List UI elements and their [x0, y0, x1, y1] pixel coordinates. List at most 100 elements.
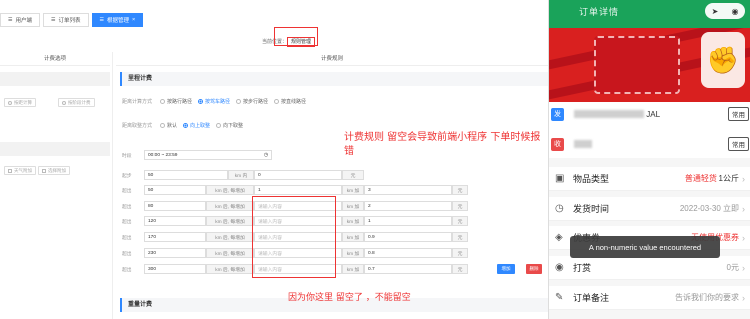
sender-address: JAL: [574, 110, 728, 119]
tab-label: 根据管理: [106, 18, 129, 24]
checkbox-icon: [42, 168, 46, 173]
location-icon[interactable]: ➤: [712, 7, 719, 16]
tier-price-input[interactable]: 1: [364, 216, 452, 226]
note-icon: ✎: [555, 292, 564, 303]
tier-km-input[interactable]: 120: [144, 216, 206, 226]
fist-icon: ✊: [701, 32, 745, 88]
option-label: 选择附加: [48, 167, 66, 173]
tab-bar: ☰ 用户端 ☰ 订单列表 ☰ 根据管理 ×: [0, 13, 144, 27]
coin-icon: ◉: [555, 262, 564, 273]
rounding-method-row: 距离取整方式 默认 向上取整 向下取整: [122, 122, 243, 129]
radio-icon: [274, 99, 280, 104]
receiver-row[interactable]: 收 常用: [551, 134, 749, 154]
billing-options-header: 计费选项: [0, 52, 110, 66]
redacted-text: [574, 140, 592, 149]
tab-label: 用户端: [15, 18, 32, 24]
rounding-method-label: 距离取整方式: [122, 123, 153, 129]
field-order-note[interactable]: ✎ 订单备注 告诉我们你的要求 ›: [549, 286, 750, 310]
radio-route[interactable]: 按路行路径: [160, 98, 192, 105]
chevron-right-icon: ›: [742, 203, 745, 214]
row-label: 起步: [122, 173, 132, 179]
tab-order-list[interactable]: ☰ 订单列表: [43, 13, 89, 27]
tier-price-input[interactable]: 3: [364, 185, 452, 195]
radio-round-down[interactable]: 向下取整: [216, 122, 243, 129]
admin-panel: ☰ 用户端 ☰ 订单列表 ☰ 根据管理 × 当前位置： 规则管理 计费选项 计费规则 按距…: [0, 0, 548, 319]
tier-km-input[interactable]: 50: [144, 185, 206, 195]
tier-row: 超出 50 km 后, 每增加 1 km 加3元: [122, 185, 468, 195]
close-icon[interactable]: ×: [132, 17, 135, 23]
capsule-menu[interactable]: ➤ ◉: [705, 3, 745, 19]
chevron-right-icon: ›: [742, 232, 745, 243]
tab-rule-management[interactable]: ☰ 根据管理 ×: [91, 13, 144, 27]
radio-driving[interactable]: 按驾车路径: [198, 98, 230, 105]
clock-icon: ◷: [555, 203, 564, 214]
unit-label: km 加: [342, 201, 364, 211]
sender-suffix: JAL: [646, 109, 661, 119]
billing-rules-header: 计费规则: [116, 52, 548, 66]
common-tag[interactable]: 常用: [728, 137, 749, 151]
delete-button[interactable]: 删除: [526, 264, 542, 274]
tier-km-input[interactable]: 80: [144, 201, 206, 211]
option-weather[interactable]: 天气附加: [4, 166, 36, 175]
tier-step-input[interactable]: 1: [254, 185, 342, 195]
option-stage[interactable]: 按阶段计费: [58, 98, 95, 107]
row-label: 超出: [122, 251, 132, 257]
time-label: 时段: [122, 153, 132, 159]
radio-icon: [183, 123, 189, 128]
radio-icon: [8, 100, 12, 105]
tier-km-input[interactable]: 300: [144, 264, 206, 274]
chevron-right-icon: ›: [742, 173, 745, 184]
radio-icon: [216, 123, 222, 128]
page-title: 订单详情: [579, 7, 620, 17]
option-label: 按距计算: [14, 99, 32, 105]
chevron-right-icon: ›: [742, 262, 745, 273]
field-label: 物品类型: [573, 174, 610, 184]
time-range-input[interactable]: 00:00 ~ 23:59 ◷: [144, 150, 272, 160]
field-label: 发货时间: [573, 204, 610, 214]
tier-price-input[interactable]: 2: [364, 201, 452, 211]
field-tip[interactable]: ◉ 打赏 0元 ›: [549, 256, 750, 280]
unit-label: km 加: [342, 232, 364, 242]
field-value: 普通轻货: [684, 174, 717, 183]
mileage-section-title: 里程计费: [120, 72, 548, 86]
option-extra[interactable]: 选择附加: [38, 166, 70, 175]
radio-default[interactable]: 默认: [160, 122, 177, 129]
unit-label: 元: [452, 201, 468, 211]
radio-icon: [198, 99, 204, 104]
radio-icon: [62, 100, 66, 105]
sender-row[interactable]: 发 JAL 常用: [551, 104, 749, 124]
tier-km-input[interactable]: 170: [144, 232, 206, 242]
unit-label: km 后, 每增加: [206, 201, 254, 211]
row-label: 超出: [122, 204, 132, 210]
list-icon: ☰: [51, 17, 56, 23]
radio-walking[interactable]: 按步行路径: [236, 98, 268, 105]
tier-price-input[interactable]: 0.7: [364, 264, 452, 274]
unit-label: km 内: [228, 170, 254, 180]
field-ship-time[interactable]: ◷ 发货时间 2022-03-30 立即 ›: [549, 197, 750, 221]
phone-preview: 订单详情 ➤ ◉ ✊ 发 JAL 常用 收 常用 ▣ 物品类型 普通轻货 1公斤 …: [548, 0, 750, 319]
tier-km-input[interactable]: 230: [144, 248, 206, 258]
distance-method-row: 距离计算方式 按路行路径 按驾车路径 按步行路径 按直线路径: [122, 98, 306, 105]
start-price-input[interactable]: 0: [254, 170, 342, 180]
tab-user-side[interactable]: ☰ 用户端: [0, 13, 40, 27]
radio-label: 向上取整: [190, 123, 211, 129]
row-label: 超出: [122, 188, 132, 194]
time-value: 00:00 ~ 23:59: [148, 152, 178, 158]
time-row: 时段 00:00 ~ 23:59 ◷: [122, 150, 272, 160]
option-label: 天气附加: [14, 167, 32, 173]
common-tag[interactable]: 常用: [728, 107, 749, 121]
radio-icon: [160, 123, 165, 128]
add-button[interactable]: 增加: [497, 264, 515, 274]
option-distance[interactable]: 按距计算: [4, 98, 36, 107]
unit-label: km 加: [342, 264, 364, 274]
tier-price-input[interactable]: 0.8: [364, 248, 452, 258]
start-km-input[interactable]: 50: [144, 170, 228, 180]
radio-round-up[interactable]: 向上取整: [183, 122, 210, 129]
tag-icon: ◈: [555, 232, 563, 243]
tier-price-input[interactable]: 0.9: [364, 232, 452, 242]
annotation-text: 因为你这里 留空了 ，不能留空: [288, 293, 411, 303]
close-icon[interactable]: ◉: [731, 7, 738, 16]
sender-badge: 发: [551, 107, 564, 121]
radio-straight[interactable]: 按直线路径: [274, 98, 306, 105]
field-item-type[interactable]: ▣ 物品类型 普通轻货 1公斤 ›: [549, 167, 750, 191]
